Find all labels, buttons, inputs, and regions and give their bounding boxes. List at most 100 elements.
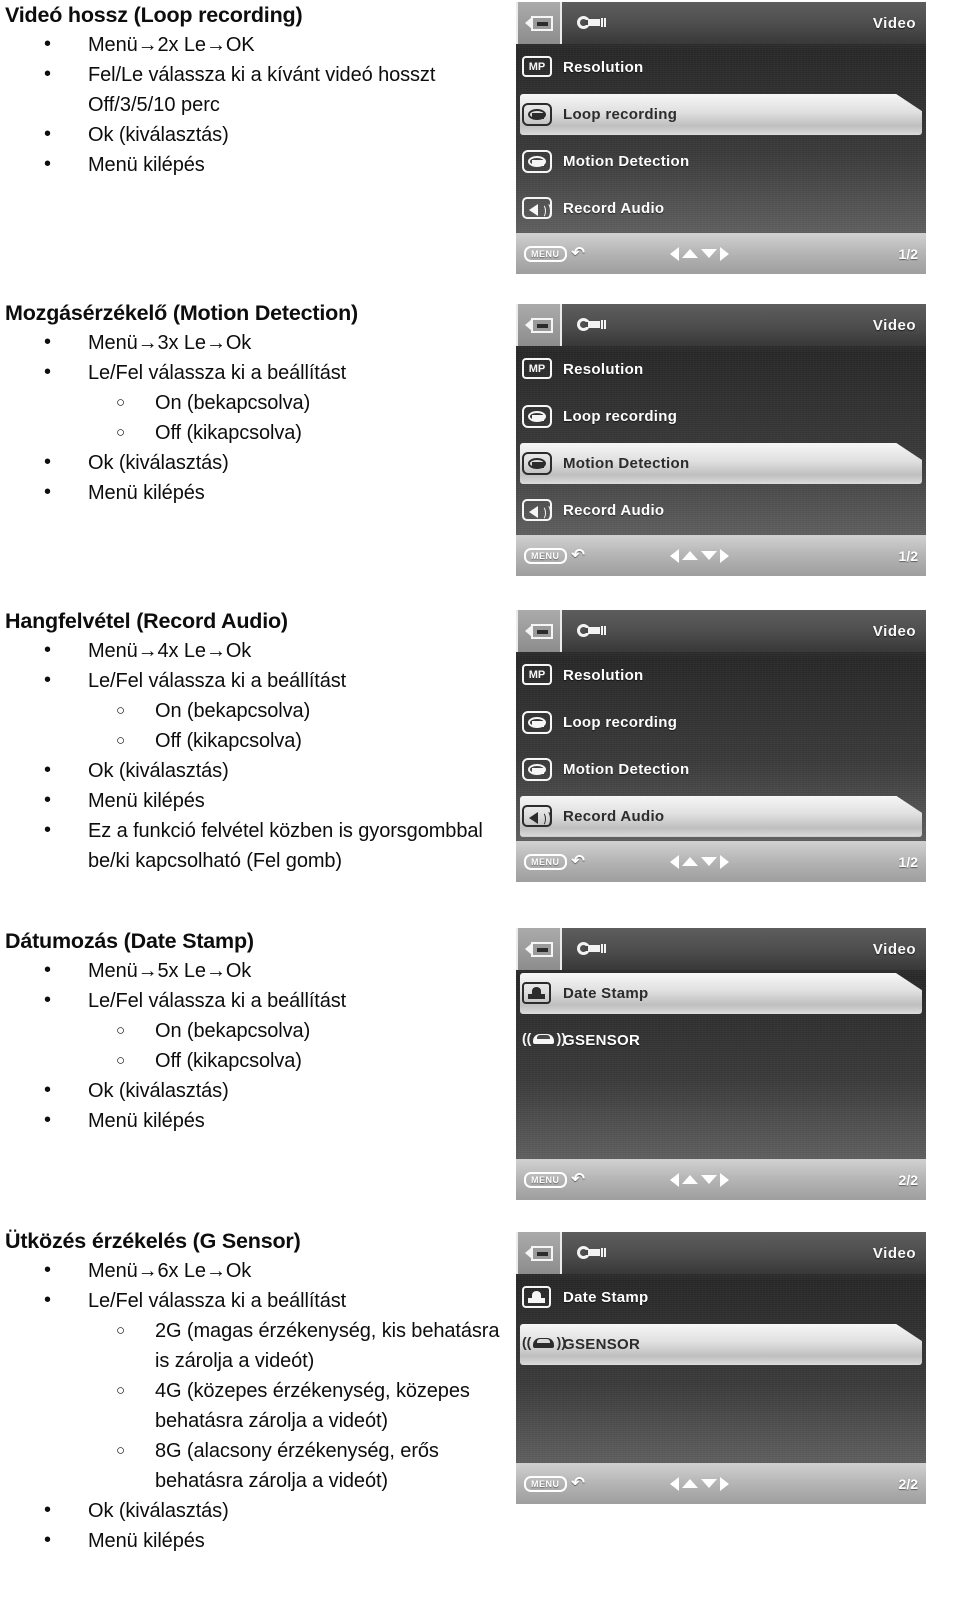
arrow-left-icon[interactable] [669,548,679,563]
arrow-left-icon[interactable] [669,246,679,261]
list-item: Menü kilépés [0,1105,500,1136]
menu-list: MP Resolution Loop recording Motion Detecti… [516,652,926,841]
menu-row[interactable]: (()) GSENSOR [516,1321,926,1368]
menu-row[interactable]: MP Resolution [516,652,926,699]
arrow-up-icon[interactable] [681,249,698,259]
list-item: Menü→3x Le→Ok [0,327,500,358]
list-item: Le/Fel válassza ki a beállítást [0,1285,500,1316]
menu-row[interactable]: MP Resolution [516,346,926,393]
menu-row[interactable]: Record Audio [516,793,926,840]
list-item: Menü→6x Le→Ok [0,1255,500,1286]
arrow-up-icon[interactable] [681,1175,698,1185]
tab-settings[interactable] [562,1232,608,1274]
screen-top-tabbar: Video [516,304,926,347]
tab-video[interactable] [516,610,562,653]
row-icon [522,102,554,126]
screen-top-tabbar: Video [516,2,926,45]
row-icon: (()) [522,1029,566,1052]
screen-bottom-bar: MENU ↶ 2/2 [516,1159,926,1200]
menu-row[interactable]: Loop recording [516,91,926,138]
navigation-arrows[interactable] [669,548,729,563]
row-icon [522,1286,554,1309]
wrench-icon [577,16,607,30]
tab-video[interactable] [516,2,562,45]
back-arrow-icon[interactable]: ↶ [572,1475,585,1491]
navigation-arrows[interactable] [669,854,729,869]
menu-button[interactable]: MENU [524,1475,567,1492]
arrow-down-icon[interactable] [700,1479,717,1489]
video-camera-icon [525,15,553,31]
arrow-up-icon[interactable] [681,1479,698,1489]
list-item: Menü kilépés [0,149,500,180]
menu-row[interactable]: (()) GSENSOR [516,1017,926,1064]
date-stamp-icon [522,982,551,1005]
arrow-right-icon[interactable] [719,854,729,869]
menu-button[interactable]: MENU [524,245,567,262]
back-arrow-icon[interactable]: ↶ [572,245,585,261]
video-camera-icon [525,317,553,333]
back-arrow-icon[interactable]: ↶ [572,1171,585,1187]
section-loop-recording: Videó hossz (Loop recording)Menü→2x Le→O… [0,2,500,180]
tab-settings[interactable] [562,928,608,970]
tab-video[interactable] [516,1232,562,1275]
arrow-down-icon[interactable] [700,1175,717,1185]
menu-button[interactable]: MENU [524,853,567,870]
screen-bottom-bar: MENU ↶ 1/2 [516,535,926,576]
arrow-down-icon[interactable] [700,551,717,561]
menu-button[interactable]: MENU [524,1171,567,1188]
page-indicator: 1/2 [898,853,918,870]
row-label: Resolution [563,667,644,685]
tab-settings[interactable] [562,610,608,652]
arrow-down-icon[interactable] [700,249,717,259]
menu-row[interactable]: Motion Detection [516,746,926,793]
list-item: Off (kikapcsolva) [0,725,500,756]
section-heading: Videó hossz (Loop recording) [5,3,303,27]
list-item: Le/Fel válassza ki a beállítást [0,665,500,696]
screen-bottom-bar: MENU ↶ 1/2 [516,233,926,274]
list-item: Fel/Le válassza ki a kívánt videó hosszt [0,59,500,90]
arrow-up-icon[interactable] [681,857,698,867]
section-heading: Dátumozás (Date Stamp) [5,929,254,953]
loop-recording-icon [522,757,552,781]
arrow-right-icon[interactable] [719,1476,729,1491]
menu-row[interactable]: Date Stamp [516,1274,926,1321]
tab-video[interactable] [516,928,562,971]
arrow-left-icon[interactable] [669,1172,679,1187]
tab-video[interactable] [516,304,562,347]
arrow-up-icon[interactable] [681,551,698,561]
arrow-left-icon[interactable] [669,854,679,869]
menu-row[interactable]: Loop recording [516,393,926,440]
tab-settings[interactable] [562,304,608,346]
back-arrow-icon[interactable]: ↶ [572,853,585,869]
row-icon: (()) [522,1333,566,1356]
screen-title: Video [872,622,916,640]
menu-row[interactable]: Motion Detection [516,440,926,487]
list-item: Menü kilépés [0,785,500,816]
arrow-right-icon[interactable] [719,246,729,261]
tab-settings[interactable] [562,2,608,44]
car-gsensor-icon: (()) [522,1029,566,1046]
video-camera-icon [525,1245,553,1261]
navigation-arrows[interactable] [669,246,729,261]
list-item: Ok (kiválasztás) [0,119,500,150]
navigation-arrows[interactable] [669,1172,729,1187]
page-indicator: 1/2 [898,245,918,262]
list-item: Le/Fel válassza ki a beállítást [0,985,500,1016]
menu-button[interactable]: MENU [524,547,567,564]
back-arrow-icon[interactable]: ↶ [572,547,585,563]
menu-row[interactable]: Date Stamp [516,970,926,1017]
menu-row[interactable]: Loop recording [516,699,926,746]
menu-row[interactable]: Record Audio [516,185,926,232]
arrow-down-icon[interactable] [700,857,717,867]
arrow-left-icon[interactable] [669,1476,679,1491]
screen-top-tabbar: Video [516,1232,926,1275]
menu-row[interactable]: Record Audio [516,487,926,534]
row-icon [522,982,554,1005]
arrow-right-icon[interactable] [719,548,729,563]
menu-row[interactable]: MP Resolution [516,44,926,91]
navigation-arrows[interactable] [669,1476,729,1491]
arrow-right-icon[interactable] [719,1172,729,1187]
menu-row[interactable]: Motion Detection [516,138,926,185]
bullet-list: Menü→5x Le→OkLe/Fel válassza ki a beállí… [0,955,500,1016]
bullet-list: Menü→6x Le→OkLe/Fel válassza ki a beállí… [0,1255,500,1316]
